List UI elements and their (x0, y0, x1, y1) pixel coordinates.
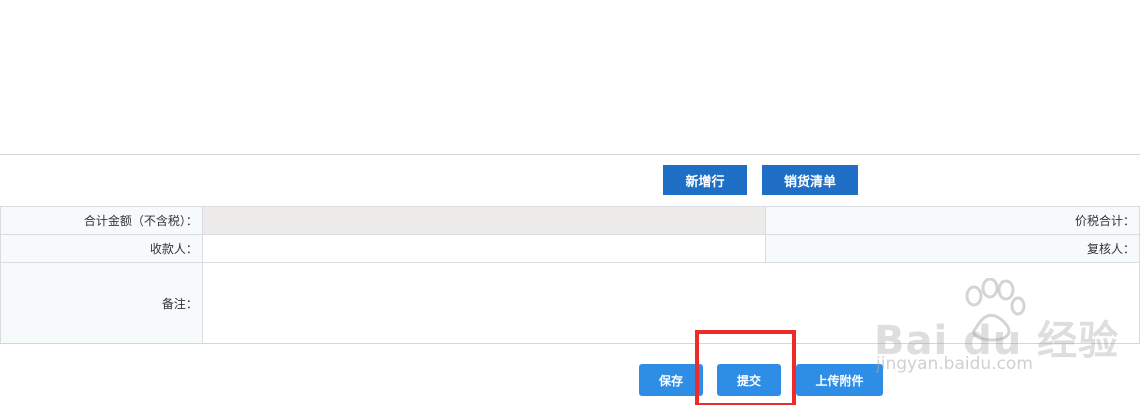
upload-attachment-button[interactable]: 上传附件 (796, 364, 883, 396)
reviewer-label: 复核人： (765, 234, 1140, 263)
remarks-field[interactable] (201, 262, 1140, 344)
payee-label: 收款人： (0, 234, 203, 263)
price-tax-total-label: 价税合计： (765, 206, 1140, 235)
total-amount-row: 合计金额（不含税）： 价税合计： (0, 206, 1140, 235)
save-button[interactable]: 保存 (639, 364, 703, 396)
invoice-summary-table: 合计金额（不含税）： 价税合计： 收款人： 复核人： 备注： (0, 206, 1140, 344)
payee-row: 收款人： 复核人： (0, 234, 1140, 263)
remarks-row: 备注： (0, 262, 1140, 344)
remarks-label: 备注： (0, 262, 203, 344)
total-amount-field (201, 206, 767, 235)
invoice-form-page: 新增行 销货清单 合计金额（不含税）： 价税合计： 收款人： 复核人： 备注： … (0, 0, 1140, 405)
sales-list-button[interactable]: 销货清单 (762, 165, 858, 195)
total-amount-label: 合计金额（不含税）： (0, 206, 203, 235)
submit-button[interactable]: 提交 (717, 364, 781, 396)
payee-field[interactable] (201, 234, 767, 263)
watermark-url: jingyan.baidu.com (876, 354, 1033, 374)
top-divider (0, 154, 1140, 155)
add-row-button[interactable]: 新增行 (663, 165, 747, 195)
bottom-divider (0, 343, 1140, 344)
